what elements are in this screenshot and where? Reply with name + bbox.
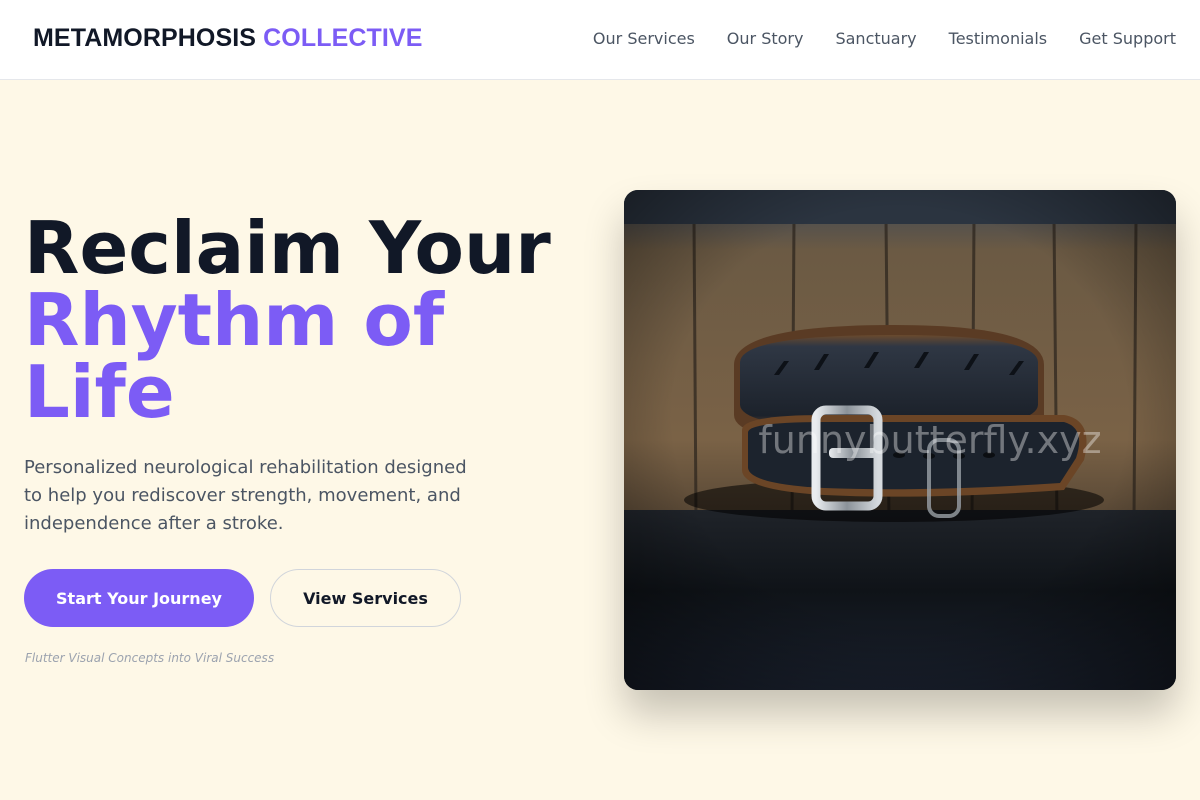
navbar: METAMORPHOSIS COLLECTIVE Our Services Ou… bbox=[0, 0, 1200, 80]
nav-link-our-story[interactable]: Our Story bbox=[727, 29, 804, 48]
nav-link-our-services[interactable]: Our Services bbox=[593, 29, 695, 48]
brand-logo[interactable]: METAMORPHOSIS COLLECTIVE bbox=[33, 24, 422, 53]
start-journey-button[interactable]: Start Your Journey bbox=[24, 569, 254, 627]
image-watermark: funnybutterfly.xyz bbox=[758, 418, 1102, 462]
hero-title-line-2: Rhythm of bbox=[24, 278, 445, 362]
hero-tagline: Flutter Visual Concepts into Viral Succe… bbox=[25, 651, 275, 665]
nav-link-get-support[interactable]: Get Support bbox=[1079, 29, 1176, 48]
hero-title-line-1: Reclaim Your bbox=[24, 206, 551, 290]
hero-image: funnybutterfly.xyz bbox=[624, 190, 1176, 690]
view-services-button[interactable]: View Services bbox=[270, 569, 461, 627]
nav-link-testimonials[interactable]: Testimonials bbox=[949, 29, 1048, 48]
hero-description: Personalized neurological rehabilitation… bbox=[24, 457, 467, 534]
main-nav: Our Services Our Story Sanctuary Testimo… bbox=[593, 29, 1176, 48]
hero-title: Reclaim Your Rhythm of Life bbox=[24, 212, 584, 428]
brand-name-primary: METAMORPHOSIS bbox=[33, 24, 257, 52]
hero-title-line-3: Life bbox=[24, 350, 175, 434]
brand-name-accent: COLLECTIVE bbox=[263, 24, 423, 52]
nav-link-sanctuary[interactable]: Sanctuary bbox=[835, 29, 916, 48]
